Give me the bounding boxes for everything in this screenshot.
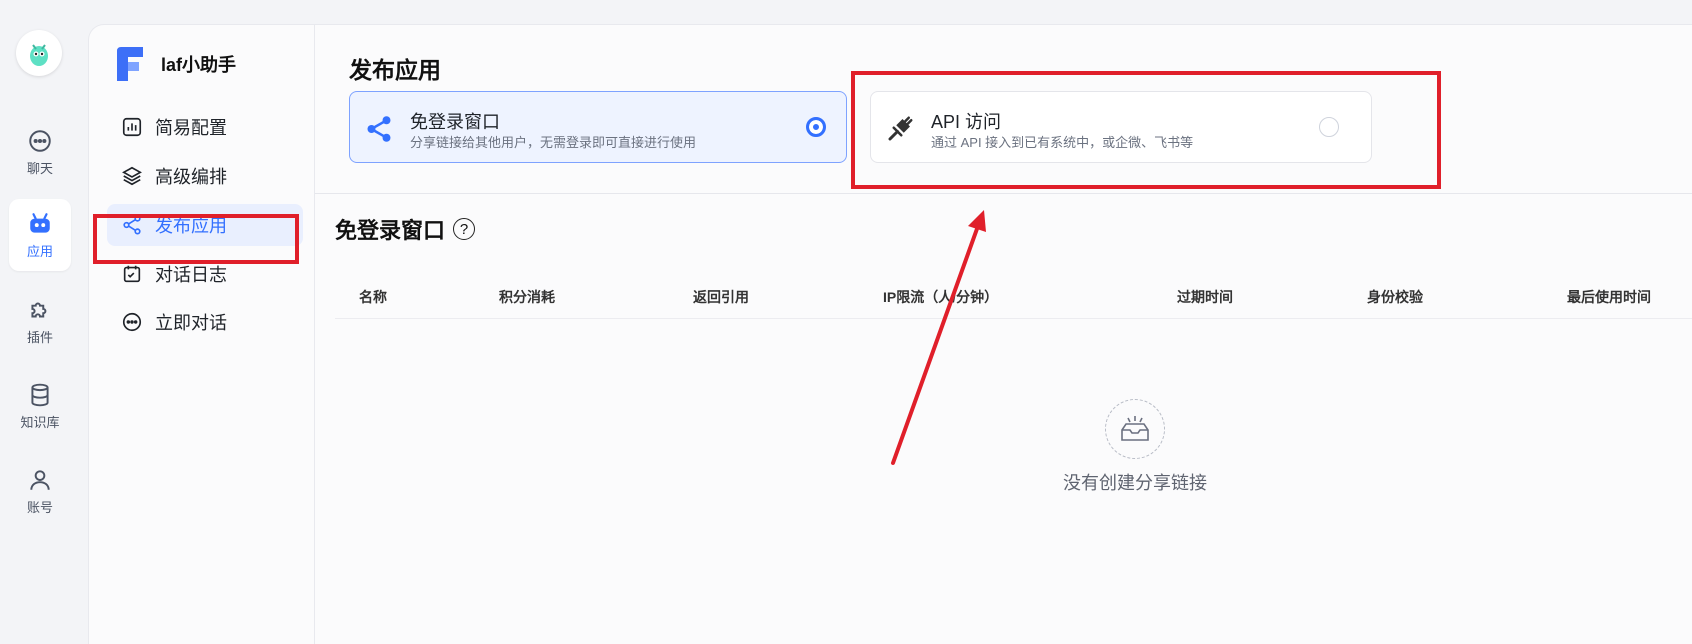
menu-item-label: 高级编排 bbox=[155, 167, 227, 187]
robot-icon bbox=[30, 212, 50, 233]
plug-icon bbox=[888, 116, 913, 141]
empty-circle bbox=[1105, 399, 1165, 459]
log-icon bbox=[123, 265, 141, 283]
rail-item-account[interactable]: 账号 bbox=[9, 455, 71, 527]
section-title: 免登录窗口 ? bbox=[335, 213, 476, 245]
share-icon bbox=[123, 215, 141, 235]
chat-bubble-icon bbox=[29, 129, 51, 152]
app-header: laf小助手 bbox=[113, 45, 236, 83]
puzzle-icon bbox=[31, 302, 47, 317]
section-title-text: 免登录窗口 bbox=[335, 218, 446, 243]
column-header: 身份校验 bbox=[1367, 289, 1423, 305]
column-header: 过期时间 bbox=[1177, 289, 1233, 305]
rail-item-label: 插件 bbox=[26, 329, 53, 345]
page-title: 发布应用 bbox=[349, 57, 441, 83]
nav-rail: 聊天 应用 插件 知识库 账号 bbox=[0, 0, 82, 644]
column-header: 最后使用时间 bbox=[1567, 289, 1651, 305]
menu-item-label: 发布应用 bbox=[155, 216, 227, 236]
menu-item-label: 对话日志 bbox=[155, 265, 227, 285]
layers-icon bbox=[122, 166, 142, 186]
radio-unselected[interactable] bbox=[1319, 117, 1339, 137]
option-description: 通过 API 接入到已有系统中，或企微、飞书等 bbox=[931, 135, 1194, 150]
bar-chart-icon bbox=[122, 117, 142, 137]
empty-inbox-icon bbox=[1121, 416, 1149, 441]
rail-item-apps[interactable]: 应用 bbox=[9, 199, 71, 271]
option-title: API 访问 bbox=[931, 112, 1002, 132]
menu-item-simple-config[interactable]: 简易配置 bbox=[107, 106, 303, 148]
menu-item-chat-logs[interactable]: 对话日志 bbox=[107, 253, 303, 295]
menu-item-label: 立即对话 bbox=[155, 313, 227, 333]
publish-main: 发布应用 免登录窗口 分享链接给其他用户，无需登录即可直接进行使用 API 访问… bbox=[314, 24, 1692, 644]
column-header: 返回引用 bbox=[693, 289, 749, 305]
section-divider bbox=[315, 193, 1692, 194]
avatar[interactable] bbox=[16, 30, 62, 76]
menu-item-advanced-edit[interactable]: 高级编排 bbox=[107, 155, 303, 197]
empty-state: 没有创建分享链接 bbox=[1025, 399, 1245, 495]
menu-item-label: 简易配置 bbox=[155, 118, 227, 138]
option-no-login-window[interactable]: 免登录窗口 分享链接给其他用户，无需登录即可直接进行使用 bbox=[349, 91, 847, 163]
menu-item-publish[interactable]: 发布应用 bbox=[107, 204, 303, 246]
rail-item-label: 聊天 bbox=[26, 160, 53, 176]
rail-item-label: 账号 bbox=[26, 499, 53, 515]
option-title: 免登录窗口 bbox=[410, 112, 500, 132]
rail-item-chat[interactable]: 聊天 bbox=[9, 116, 71, 188]
radio-selected[interactable] bbox=[806, 117, 826, 137]
app-side-panel: laf小助手 简易配置 高级编排 发布应用 对话日志 立即对话 bbox=[88, 24, 314, 644]
rail-item-label: 知识库 bbox=[20, 414, 60, 430]
help-icon[interactable]: ? bbox=[453, 218, 476, 240]
option-api-access[interactable]: API 访问 通过 API 接入到已有系统中，或企微、飞书等 bbox=[870, 91, 1372, 163]
rail-item-knowledge[interactable]: 知识库 bbox=[9, 370, 71, 442]
option-description: 分享链接给其他用户，无需登录即可直接进行使用 bbox=[410, 135, 697, 150]
share-nodes-icon bbox=[367, 116, 391, 142]
empty-text: 没有创建分享链接 bbox=[1063, 473, 1207, 493]
table-header: 名称 积分消耗 返回引用 IP限流（人/分钟） 过期时间 身份校验 最后使用时间 bbox=[335, 273, 1692, 319]
chat-dots-icon bbox=[122, 312, 142, 332]
column-header: 积分消耗 bbox=[499, 289, 555, 305]
database-icon bbox=[31, 383, 49, 406]
mascot-icon bbox=[30, 44, 48, 66]
app-logo-icon bbox=[117, 47, 143, 81]
app-name: laf小助手 bbox=[161, 55, 237, 75]
user-icon bbox=[30, 469, 50, 490]
column-header: 名称 bbox=[359, 289, 387, 305]
rail-item-plugins[interactable]: 插件 bbox=[9, 285, 71, 357]
column-header: IP限流（人/分钟） bbox=[883, 289, 999, 305]
menu-item-chat-now[interactable]: 立即对话 bbox=[107, 301, 303, 343]
rail-item-label: 应用 bbox=[26, 243, 53, 259]
